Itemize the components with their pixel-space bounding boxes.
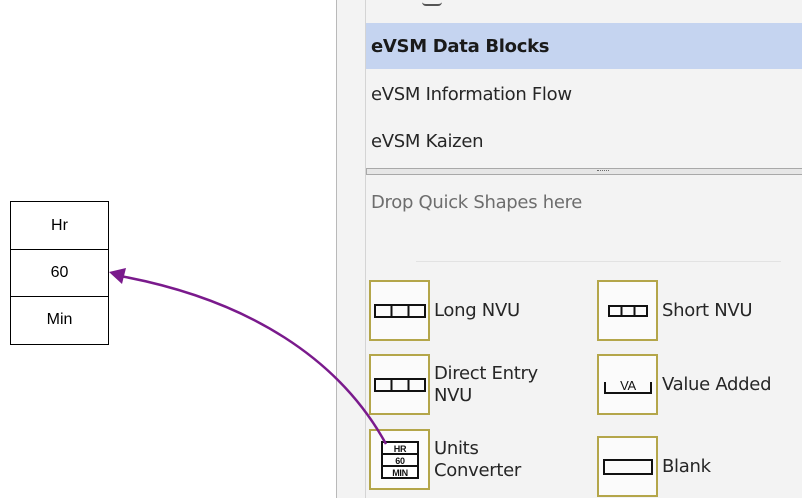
- stencil-label: eVSM Kaizen: [371, 130, 484, 152]
- shape-label: Units Converter: [434, 437, 521, 481]
- shape-label: Value Added: [662, 373, 772, 395]
- svg-text:MIN: MIN: [392, 468, 408, 478]
- shape-label: Long NVU: [434, 299, 520, 321]
- stencil-label: eVSM Information Flow: [371, 83, 572, 105]
- value-added-icon: VA: [597, 354, 658, 415]
- converter-bottom-unit: Min: [11, 296, 108, 343]
- arrowhead-icon: [109, 268, 126, 284]
- converter-top-unit: Hr: [51, 216, 68, 234]
- master-shape-short-nvu[interactable]: Short NVU: [597, 280, 753, 341]
- long-nvu-icon: [369, 280, 430, 341]
- direct-entry-nvu-icon: [369, 354, 430, 415]
- stencil-header-partial: [366, 0, 802, 10]
- shape-label: Short NVU: [662, 299, 753, 321]
- master-shape-blank[interactable]: Blank: [597, 436, 711, 497]
- master-shape-value-added[interactable]: VA Value Added: [597, 354, 772, 415]
- blank-icon: [597, 436, 658, 497]
- shape-label: Direct Entry NVU: [434, 362, 538, 406]
- short-nvu-icon: [597, 280, 658, 341]
- shape-label: Blank: [662, 455, 711, 477]
- stencil-evsm-data-blocks[interactable]: eVSM Data Blocks: [366, 23, 802, 69]
- svg-text:VA: VA: [620, 378, 636, 393]
- svg-text:HR: HR: [393, 444, 406, 454]
- stencil-evsm-information-flow[interactable]: eVSM Information Flow: [366, 71, 802, 117]
- stencil-label: eVSM Data Blocks: [371, 35, 550, 57]
- panel-splitter[interactable]: [366, 168, 802, 175]
- master-shape-long-nvu[interactable]: Long NVU: [369, 280, 520, 341]
- quick-shapes-separator: [416, 261, 781, 262]
- converter-factor: 60: [11, 249, 108, 296]
- units-converter-block[interactable]: Hr 60 Min: [10, 201, 109, 345]
- units-converter-icon: HR 60 MIN: [369, 429, 430, 490]
- splitter-grip-icon[interactable]: [597, 170, 609, 173]
- svg-text:60: 60: [395, 456, 405, 466]
- master-shape-units-converter[interactable]: HR 60 MIN Units Converter: [369, 429, 521, 490]
- quick-shapes-drop-hint: Drop Quick Shapes here: [371, 192, 583, 213]
- stencil-evsm-kaizen[interactable]: eVSM Kaizen: [366, 118, 802, 164]
- master-shape-direct-entry-nvu[interactable]: Direct Entry NVU: [369, 354, 538, 415]
